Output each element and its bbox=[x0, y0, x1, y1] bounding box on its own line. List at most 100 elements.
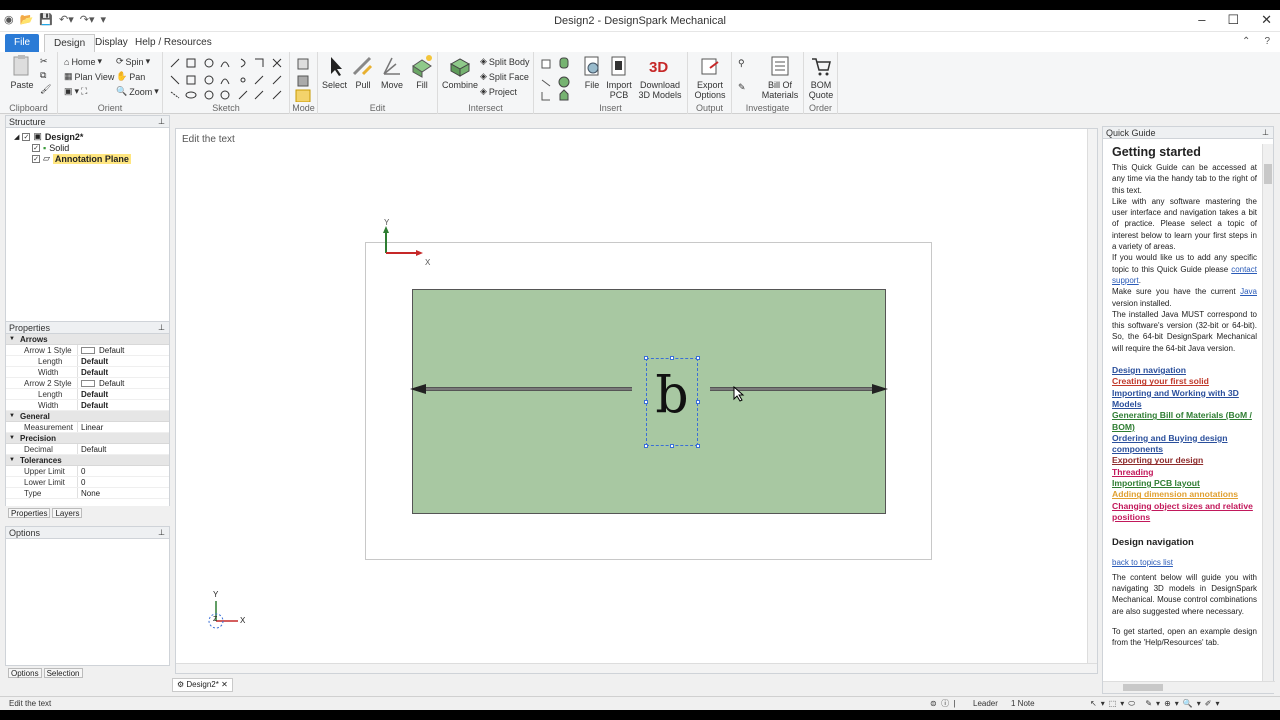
selection-tools-icons[interactable]: ↖▾⬚▾⬭ ✎▾⊕▾🔍▾✐▾ bbox=[1090, 697, 1223, 711]
tab-selection[interactable]: Selection bbox=[43, 668, 83, 678]
pull-button[interactable]: Pull bbox=[351, 54, 375, 90]
move-button[interactable]: Move bbox=[380, 54, 404, 90]
property-value[interactable]: Default bbox=[78, 378, 169, 388]
note-icon[interactable]: ✎ bbox=[738, 82, 746, 93]
plan-view-button[interactable]: ▦ Plan View bbox=[64, 71, 114, 82]
bom-quote-button[interactable]: BOM Quote bbox=[806, 54, 836, 100]
text-handle[interactable] bbox=[696, 400, 700, 404]
combine-button[interactable]: Combine bbox=[442, 54, 478, 90]
property-section[interactable]: Tolerances bbox=[6, 455, 169, 466]
pin-icon[interactable]: ⊥ bbox=[158, 322, 165, 334]
property-value[interactable]: Linear bbox=[78, 422, 169, 432]
zoom-button[interactable]: 🔍 Zoom ▾ bbox=[116, 86, 159, 97]
property-row[interactable]: Upper Limit 0 bbox=[6, 466, 169, 477]
tab-options[interactable]: Options bbox=[8, 668, 42, 678]
dimension-line-left[interactable] bbox=[416, 387, 632, 391]
property-value[interactable]: None bbox=[78, 488, 169, 498]
format-painter-icon[interactable]: 🖌 bbox=[40, 84, 51, 95]
select-button[interactable]: Select bbox=[322, 54, 347, 90]
copy-icon[interactable]: ⧉ bbox=[40, 70, 46, 81]
back-to-topics-link[interactable]: back to topics list bbox=[1112, 557, 1257, 568]
property-section[interactable]: Arrows bbox=[6, 334, 169, 345]
text-handle[interactable] bbox=[644, 444, 648, 448]
property-section[interactable]: General bbox=[6, 411, 169, 422]
insert-small-icons[interactable] bbox=[536, 52, 576, 102]
scroll-thumb[interactable] bbox=[1123, 684, 1163, 691]
property-row[interactable]: Length Default bbox=[6, 356, 169, 367]
minimize-button[interactable]: – bbox=[1198, 12, 1205, 28]
import-pcb-button[interactable]: Import PCB bbox=[606, 54, 632, 100]
project-button[interactable]: ◈ Project bbox=[480, 86, 517, 97]
pan-button[interactable]: ✋ Pan bbox=[116, 71, 145, 82]
split-face-button[interactable]: ◈ Split Face bbox=[480, 71, 529, 82]
insert-file-button[interactable]: File bbox=[580, 54, 604, 90]
property-value[interactable]: Default bbox=[78, 345, 169, 355]
text-handle[interactable] bbox=[644, 400, 648, 404]
tree-item-annotation-plane[interactable]: ✓ ▱ Annotation Plane bbox=[14, 153, 169, 164]
vertical-scrollbar[interactable] bbox=[1087, 129, 1097, 663]
export-options-button[interactable]: Export Options bbox=[690, 54, 730, 100]
property-row[interactable]: Type None bbox=[6, 488, 169, 499]
property-row[interactable]: Length Default bbox=[6, 389, 169, 400]
paste-button[interactable]: Paste bbox=[10, 54, 34, 90]
topic-link[interactable]: Ordering and Buying design components bbox=[1112, 433, 1257, 456]
property-value[interactable]: Default bbox=[78, 389, 169, 399]
pin-icon[interactable]: ⊥ bbox=[1262, 127, 1269, 139]
home-button[interactable]: ⌂ Home ▾ bbox=[64, 56, 102, 67]
text-handle[interactable] bbox=[670, 444, 674, 448]
status-icons[interactable]: ⊜ ⓘ | bbox=[930, 697, 956, 711]
maximize-button[interactable]: ☐ bbox=[1227, 12, 1239, 28]
tree-item-solid[interactable]: ✓ ▪ Solid bbox=[14, 142, 169, 153]
pin-icon[interactable]: ⊥ bbox=[158, 527, 165, 539]
horizontal-scrollbar[interactable] bbox=[176, 663, 1097, 673]
topic-link[interactable]: Threading bbox=[1112, 467, 1257, 478]
collapse-ribbon-icon[interactable]: ⌃ bbox=[1242, 36, 1250, 47]
property-value[interactable]: Default bbox=[78, 444, 169, 454]
download-3d-models-button[interactable]: 3D Download 3D Models bbox=[634, 54, 686, 100]
property-row[interactable]: Decimal PlacesDefault bbox=[6, 444, 169, 465]
topic-link[interactable]: Changing object sizes and relative posit… bbox=[1112, 501, 1257, 524]
measure-icon[interactable]: ⚲ bbox=[738, 58, 745, 69]
text-handle[interactable] bbox=[644, 356, 648, 360]
property-value[interactable]: 0 bbox=[78, 466, 169, 476]
checkbox[interactable]: ✓ bbox=[32, 154, 40, 163]
cut-icon[interactable]: ✂ bbox=[40, 56, 48, 67]
sketch-tools-icons[interactable] bbox=[163, 52, 290, 102]
property-row[interactable]: Measurement Linear bbox=[6, 422, 169, 433]
view-cube-button[interactable]: ▣ ▾ ⛶ bbox=[64, 86, 87, 97]
topic-link[interactable]: Adding dimension annotations bbox=[1112, 489, 1257, 500]
property-section[interactable]: Precision bbox=[6, 433, 169, 444]
topic-link[interactable]: Generating Bill of Materials (BoM / BOM) bbox=[1112, 410, 1257, 433]
property-value[interactable]: Default bbox=[78, 400, 169, 410]
quick-guide-scrollbar[interactable] bbox=[1262, 144, 1273, 683]
help-icon[interactable]: ? bbox=[1264, 36, 1270, 47]
close-tab-icon[interactable]: ✕ bbox=[221, 680, 228, 689]
topic-link[interactable]: Creating your first solid bbox=[1112, 376, 1257, 387]
checkbox[interactable]: ✓ bbox=[32, 143, 40, 152]
tab-layers[interactable]: Layers bbox=[52, 508, 83, 518]
topic-link[interactable]: Importing PCB layout bbox=[1112, 478, 1257, 489]
expand-icon[interactable]: ◢ bbox=[14, 133, 19, 141]
property-row[interactable]: Width Default bbox=[6, 367, 169, 378]
tab-file[interactable]: File bbox=[5, 34, 40, 52]
mode-icons[interactable] bbox=[290, 52, 318, 103]
topic-link[interactable]: Exporting your design bbox=[1112, 455, 1257, 466]
dimension-text[interactable]: q bbox=[646, 358, 698, 446]
design-viewport[interactable]: Edit the text Y X q Y X Z bbox=[175, 128, 1098, 674]
pin-icon[interactable]: ⊥ bbox=[158, 116, 165, 128]
checkbox[interactable]: ✓ bbox=[22, 132, 31, 141]
bill-of-materials-button[interactable]: Bill Of Materials bbox=[758, 54, 802, 100]
tab-properties[interactable]: Properties bbox=[8, 508, 51, 518]
text-handle[interactable] bbox=[670, 356, 674, 360]
text-handle[interactable] bbox=[696, 356, 700, 360]
property-value[interactable]: Default bbox=[78, 367, 169, 377]
spin-button[interactable]: ⟳ Spin ▾ bbox=[116, 56, 150, 67]
topic-link[interactable]: Importing and Working with 3D Models bbox=[1112, 388, 1257, 411]
split-body-button[interactable]: ◈ Split Body bbox=[480, 56, 529, 67]
property-row[interactable]: Width Default bbox=[6, 400, 169, 411]
close-button[interactable]: ✕ bbox=[1261, 12, 1272, 28]
quick-guide-hscroll[interactable] bbox=[1103, 681, 1275, 693]
tree-root[interactable]: ◢ ✓ ▣ Design2* bbox=[14, 131, 169, 142]
property-value[interactable]: Default bbox=[78, 356, 169, 366]
java-link[interactable]: Java bbox=[1240, 287, 1257, 296]
